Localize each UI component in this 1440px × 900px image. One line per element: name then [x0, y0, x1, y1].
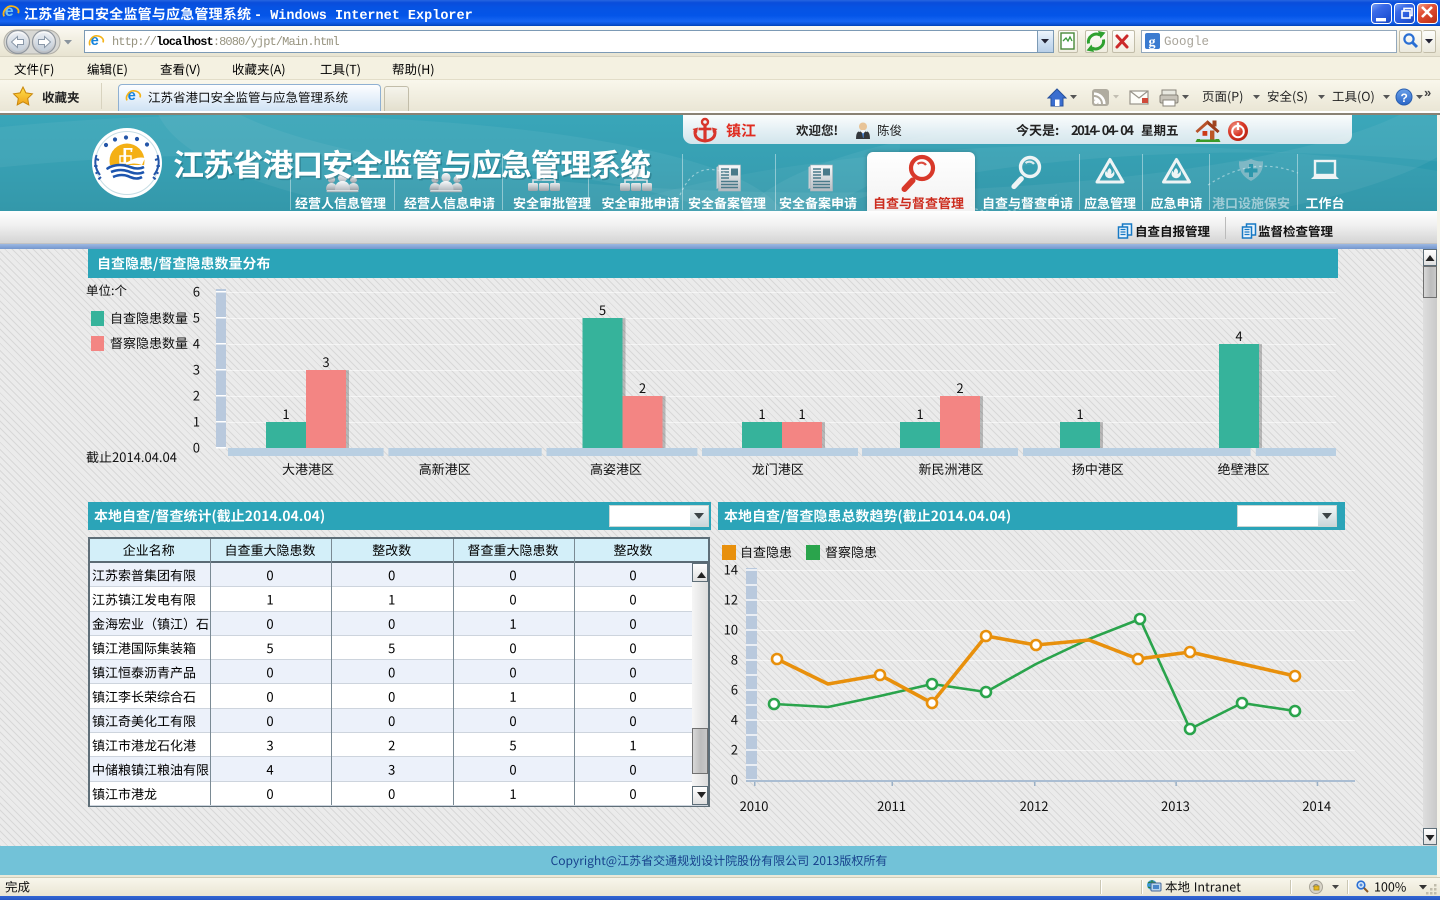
- svg-text:g: g: [1149, 35, 1156, 50]
- svg-text:»: »: [1424, 85, 1431, 100]
- svg-text:- Windows Internet Explorer: - Windows Internet Explorer: [254, 9, 473, 24]
- svg-text:?: ?: [1401, 91, 1408, 105]
- svg-text:Google: Google: [1164, 35, 1209, 49]
- svg-text:http://localhost:8080/yjpt/Mai: http://localhost:8080/yjpt/Main.html: [112, 35, 340, 49]
